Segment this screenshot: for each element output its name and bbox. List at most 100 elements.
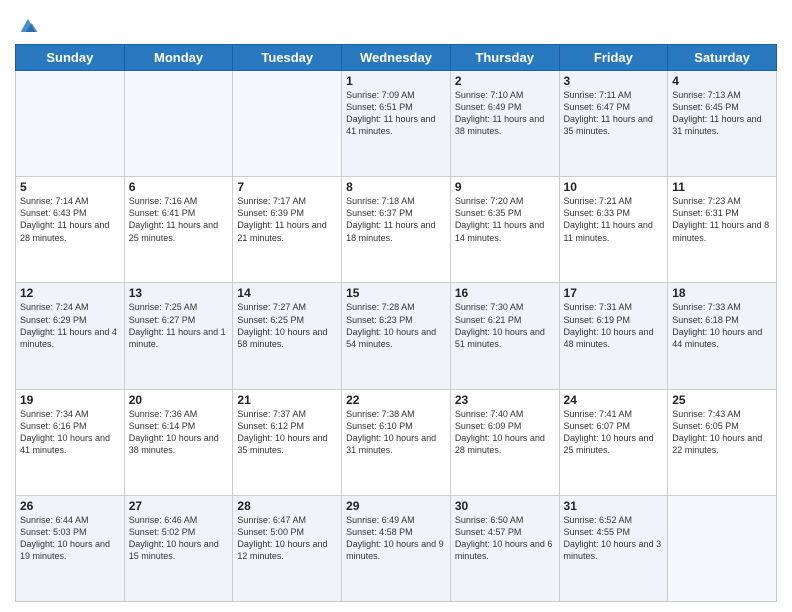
cell-info: Sunrise: 7:17 AM Sunset: 6:39 PM Dayligh… — [237, 195, 337, 244]
calendar-cell: 8Sunrise: 7:18 AM Sunset: 6:37 PM Daylig… — [342, 177, 451, 283]
calendar-cell: 9Sunrise: 7:20 AM Sunset: 6:35 PM Daylig… — [450, 177, 559, 283]
cell-info: Sunrise: 7:31 AM Sunset: 6:19 PM Dayligh… — [564, 301, 664, 350]
cell-info: Sunrise: 7:13 AM Sunset: 6:45 PM Dayligh… — [672, 89, 772, 138]
day-number: 24 — [564, 393, 664, 407]
calendar-cell: 17Sunrise: 7:31 AM Sunset: 6:19 PM Dayli… — [559, 283, 668, 389]
calendar-cell: 18Sunrise: 7:33 AM Sunset: 6:18 PM Dayli… — [668, 283, 777, 389]
cell-info: Sunrise: 7:38 AM Sunset: 6:10 PM Dayligh… — [346, 408, 446, 457]
day-number: 18 — [672, 286, 772, 300]
day-number: 23 — [455, 393, 555, 407]
day-number: 19 — [20, 393, 120, 407]
cell-info: Sunrise: 7:41 AM Sunset: 6:07 PM Dayligh… — [564, 408, 664, 457]
calendar-cell: 25Sunrise: 7:43 AM Sunset: 6:05 PM Dayli… — [668, 389, 777, 495]
cell-info: Sunrise: 7:14 AM Sunset: 6:43 PM Dayligh… — [20, 195, 120, 244]
day-header-thursday: Thursday — [450, 45, 559, 71]
logo — [15, 14, 39, 36]
calendar-cell: 22Sunrise: 7:38 AM Sunset: 6:10 PM Dayli… — [342, 389, 451, 495]
calendar-cell: 27Sunrise: 6:46 AM Sunset: 5:02 PM Dayli… — [124, 495, 233, 601]
cell-info: Sunrise: 7:27 AM Sunset: 6:25 PM Dayligh… — [237, 301, 337, 350]
day-number: 6 — [129, 180, 229, 194]
day-number: 7 — [237, 180, 337, 194]
day-number: 31 — [564, 499, 664, 513]
day-number: 14 — [237, 286, 337, 300]
calendar-week-row: 5Sunrise: 7:14 AM Sunset: 6:43 PM Daylig… — [16, 177, 777, 283]
day-number: 29 — [346, 499, 446, 513]
day-number: 12 — [20, 286, 120, 300]
calendar-header-row: SundayMondayTuesdayWednesdayThursdayFrid… — [16, 45, 777, 71]
cell-info: Sunrise: 7:18 AM Sunset: 6:37 PM Dayligh… — [346, 195, 446, 244]
cell-info: Sunrise: 7:09 AM Sunset: 6:51 PM Dayligh… — [346, 89, 446, 138]
calendar-cell: 4Sunrise: 7:13 AM Sunset: 6:45 PM Daylig… — [668, 71, 777, 177]
day-number: 10 — [564, 180, 664, 194]
calendar-cell: 23Sunrise: 7:40 AM Sunset: 6:09 PM Dayli… — [450, 389, 559, 495]
cell-info: Sunrise: 7:30 AM Sunset: 6:21 PM Dayligh… — [455, 301, 555, 350]
cell-info: Sunrise: 7:43 AM Sunset: 6:05 PM Dayligh… — [672, 408, 772, 457]
cell-info: Sunrise: 6:50 AM Sunset: 4:57 PM Dayligh… — [455, 514, 555, 563]
day-number: 15 — [346, 286, 446, 300]
calendar-cell: 2Sunrise: 7:10 AM Sunset: 6:49 PM Daylig… — [450, 71, 559, 177]
calendar-cell: 3Sunrise: 7:11 AM Sunset: 6:47 PM Daylig… — [559, 71, 668, 177]
day-number: 3 — [564, 74, 664, 88]
calendar-cell — [668, 495, 777, 601]
cell-info: Sunrise: 7:11 AM Sunset: 6:47 PM Dayligh… — [564, 89, 664, 138]
day-number: 16 — [455, 286, 555, 300]
cell-info: Sunrise: 7:21 AM Sunset: 6:33 PM Dayligh… — [564, 195, 664, 244]
cell-info: Sunrise: 7:40 AM Sunset: 6:09 PM Dayligh… — [455, 408, 555, 457]
cell-info: Sunrise: 7:36 AM Sunset: 6:14 PM Dayligh… — [129, 408, 229, 457]
cell-info: Sunrise: 7:28 AM Sunset: 6:23 PM Dayligh… — [346, 301, 446, 350]
day-number: 28 — [237, 499, 337, 513]
calendar-cell — [233, 71, 342, 177]
calendar-cell: 12Sunrise: 7:24 AM Sunset: 6:29 PM Dayli… — [16, 283, 125, 389]
day-header-tuesday: Tuesday — [233, 45, 342, 71]
day-number: 22 — [346, 393, 446, 407]
cell-info: Sunrise: 7:34 AM Sunset: 6:16 PM Dayligh… — [20, 408, 120, 457]
calendar-cell: 19Sunrise: 7:34 AM Sunset: 6:16 PM Dayli… — [16, 389, 125, 495]
cell-info: Sunrise: 6:44 AM Sunset: 5:03 PM Dayligh… — [20, 514, 120, 563]
day-header-monday: Monday — [124, 45, 233, 71]
cell-info: Sunrise: 6:49 AM Sunset: 4:58 PM Dayligh… — [346, 514, 446, 563]
day-number: 5 — [20, 180, 120, 194]
day-header-sunday: Sunday — [16, 45, 125, 71]
day-number: 21 — [237, 393, 337, 407]
day-number: 30 — [455, 499, 555, 513]
calendar-cell: 29Sunrise: 6:49 AM Sunset: 4:58 PM Dayli… — [342, 495, 451, 601]
cell-info: Sunrise: 7:20 AM Sunset: 6:35 PM Dayligh… — [455, 195, 555, 244]
cell-info: Sunrise: 7:23 AM Sunset: 6:31 PM Dayligh… — [672, 195, 772, 244]
calendar-cell: 11Sunrise: 7:23 AM Sunset: 6:31 PM Dayli… — [668, 177, 777, 283]
day-number: 8 — [346, 180, 446, 194]
calendar-cell: 1Sunrise: 7:09 AM Sunset: 6:51 PM Daylig… — [342, 71, 451, 177]
cell-info: Sunrise: 6:47 AM Sunset: 5:00 PM Dayligh… — [237, 514, 337, 563]
cell-info: Sunrise: 7:25 AM Sunset: 6:27 PM Dayligh… — [129, 301, 229, 350]
page: SundayMondayTuesdayWednesdayThursdayFrid… — [0, 0, 792, 612]
header — [15, 10, 777, 36]
day-number: 9 — [455, 180, 555, 194]
calendar-cell: 20Sunrise: 7:36 AM Sunset: 6:14 PM Dayli… — [124, 389, 233, 495]
day-header-saturday: Saturday — [668, 45, 777, 71]
calendar-cell: 5Sunrise: 7:14 AM Sunset: 6:43 PM Daylig… — [16, 177, 125, 283]
calendar-week-row: 12Sunrise: 7:24 AM Sunset: 6:29 PM Dayli… — [16, 283, 777, 389]
calendar-cell: 30Sunrise: 6:50 AM Sunset: 4:57 PM Dayli… — [450, 495, 559, 601]
day-header-friday: Friday — [559, 45, 668, 71]
calendar-table: SundayMondayTuesdayWednesdayThursdayFrid… — [15, 44, 777, 602]
calendar-cell: 7Sunrise: 7:17 AM Sunset: 6:39 PM Daylig… — [233, 177, 342, 283]
calendar-cell: 28Sunrise: 6:47 AM Sunset: 5:00 PM Dayli… — [233, 495, 342, 601]
day-number: 11 — [672, 180, 772, 194]
calendar-cell: 24Sunrise: 7:41 AM Sunset: 6:07 PM Dayli… — [559, 389, 668, 495]
day-number: 1 — [346, 74, 446, 88]
day-number: 13 — [129, 286, 229, 300]
day-number: 17 — [564, 286, 664, 300]
cell-info: Sunrise: 7:24 AM Sunset: 6:29 PM Dayligh… — [20, 301, 120, 350]
calendar-week-row: 26Sunrise: 6:44 AM Sunset: 5:03 PM Dayli… — [16, 495, 777, 601]
day-number: 26 — [20, 499, 120, 513]
calendar-cell: 14Sunrise: 7:27 AM Sunset: 6:25 PM Dayli… — [233, 283, 342, 389]
calendar-cell: 6Sunrise: 7:16 AM Sunset: 6:41 PM Daylig… — [124, 177, 233, 283]
cell-info: Sunrise: 6:46 AM Sunset: 5:02 PM Dayligh… — [129, 514, 229, 563]
day-number: 20 — [129, 393, 229, 407]
calendar-cell — [124, 71, 233, 177]
cell-info: Sunrise: 7:33 AM Sunset: 6:18 PM Dayligh… — [672, 301, 772, 350]
day-number: 4 — [672, 74, 772, 88]
calendar-cell: 13Sunrise: 7:25 AM Sunset: 6:27 PM Dayli… — [124, 283, 233, 389]
calendar-cell: 16Sunrise: 7:30 AM Sunset: 6:21 PM Dayli… — [450, 283, 559, 389]
cell-info: Sunrise: 7:16 AM Sunset: 6:41 PM Dayligh… — [129, 195, 229, 244]
calendar-cell: 21Sunrise: 7:37 AM Sunset: 6:12 PM Dayli… — [233, 389, 342, 495]
